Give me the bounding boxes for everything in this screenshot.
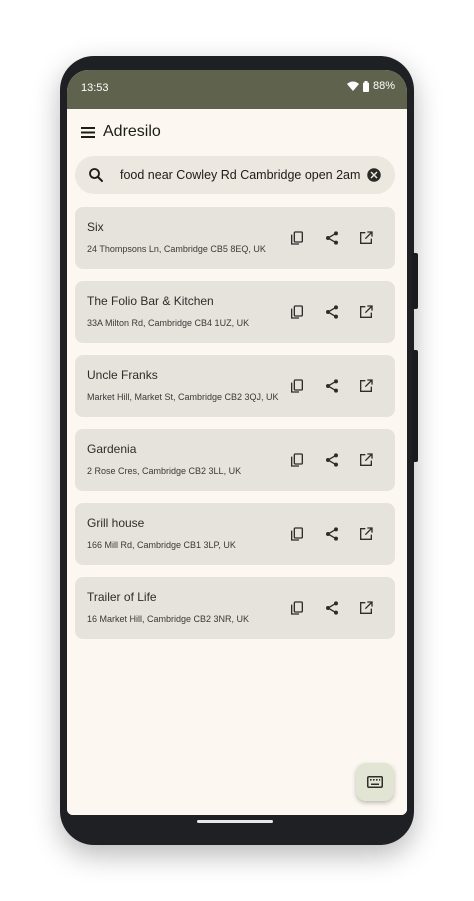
result-name: Gardenia bbox=[87, 442, 137, 456]
status-indicators: 88% bbox=[346, 80, 395, 92]
keyboard-icon bbox=[367, 776, 383, 788]
app-screen: 13:53 88% Adresilo food near Cowley Rd C… bbox=[67, 70, 407, 815]
result-card[interactable]: Trailer of Life 16 Market Hill, Cambridg… bbox=[75, 577, 395, 639]
app-title: Adresilo bbox=[103, 123, 161, 140]
share-button[interactable] bbox=[323, 303, 341, 321]
clear-icon bbox=[365, 166, 383, 184]
result-address: 166 Mill Rd, Cambridge CB1 3LP, UK bbox=[87, 540, 236, 550]
result-name: Uncle Franks bbox=[87, 368, 158, 382]
result-card[interactable]: The Folio Bar & Kitchen 33A Milton Rd, C… bbox=[75, 281, 395, 343]
share-button[interactable] bbox=[323, 229, 341, 247]
open-button[interactable] bbox=[357, 377, 375, 395]
battery-icon bbox=[362, 80, 369, 92]
copy-button[interactable] bbox=[288, 525, 306, 543]
result-name: The Folio Bar & Kitchen bbox=[87, 294, 214, 308]
result-card[interactable]: Gardenia 2 Rose Cres, Cambridge CB2 3LL,… bbox=[75, 429, 395, 491]
result-card[interactable]: Grill house 166 Mill Rd, Cambridge CB1 3… bbox=[75, 503, 395, 565]
open-button[interactable] bbox=[357, 525, 375, 543]
open-in-new-icon bbox=[358, 526, 374, 542]
result-address: Market Hill, Market St, Cambridge CB2 3Q… bbox=[87, 392, 279, 402]
share-button[interactable] bbox=[323, 525, 341, 543]
copy-button[interactable] bbox=[288, 599, 306, 617]
copy-button[interactable] bbox=[288, 229, 306, 247]
result-address: 24 Thompsons Ln, Cambridge CB5 8EQ, UK bbox=[87, 244, 266, 254]
copy-icon bbox=[289, 526, 305, 542]
search-input[interactable]: food near Cowley Rd Cambridge open 2am bbox=[120, 168, 360, 182]
share-icon bbox=[324, 526, 340, 542]
search-icon bbox=[87, 166, 105, 184]
volume-button bbox=[412, 350, 418, 462]
menu-icon bbox=[81, 126, 95, 138]
share-icon bbox=[324, 452, 340, 468]
result-card[interactable]: Uncle Franks Market Hill, Market St, Cam… bbox=[75, 355, 395, 417]
home-indicator[interactable] bbox=[197, 820, 273, 823]
result-address: 2 Rose Cres, Cambridge CB2 3LL, UK bbox=[87, 466, 242, 476]
copy-button[interactable] bbox=[288, 377, 306, 395]
copy-icon bbox=[289, 600, 305, 616]
share-button[interactable] bbox=[323, 451, 341, 469]
keyboard-button[interactable] bbox=[356, 763, 394, 801]
result-address: 33A Milton Rd, Cambridge CB4 1UZ, UK bbox=[87, 318, 250, 328]
navigation-area bbox=[67, 809, 407, 815]
copy-icon bbox=[289, 452, 305, 468]
open-button[interactable] bbox=[357, 451, 375, 469]
open-in-new-icon bbox=[358, 230, 374, 246]
search-bar[interactable]: food near Cowley Rd Cambridge open 2am bbox=[75, 156, 395, 194]
share-icon bbox=[324, 304, 340, 320]
open-in-new-icon bbox=[358, 600, 374, 616]
copy-button[interactable] bbox=[288, 451, 306, 469]
status-time: 13:53 bbox=[81, 82, 109, 94]
result-name: Grill house bbox=[87, 516, 145, 530]
copy-icon bbox=[289, 230, 305, 246]
share-icon bbox=[324, 600, 340, 616]
app-bar: Adresilo bbox=[67, 109, 407, 155]
open-button[interactable] bbox=[357, 303, 375, 321]
result-name: Six bbox=[87, 220, 104, 234]
copy-icon bbox=[289, 304, 305, 320]
battery-level: 88% bbox=[372, 80, 395, 92]
clear-search-button[interactable] bbox=[365, 166, 383, 184]
copy-icon bbox=[289, 378, 305, 394]
open-button[interactable] bbox=[357, 599, 375, 617]
menu-button[interactable] bbox=[77, 121, 99, 143]
share-button[interactable] bbox=[323, 599, 341, 617]
open-in-new-icon bbox=[358, 378, 374, 394]
status-bar: 13:53 88% bbox=[67, 70, 407, 109]
open-in-new-icon bbox=[358, 452, 374, 468]
power-button bbox=[412, 253, 418, 309]
share-button[interactable] bbox=[323, 377, 341, 395]
share-icon bbox=[324, 378, 340, 394]
open-button[interactable] bbox=[357, 229, 375, 247]
wifi-icon bbox=[346, 81, 359, 91]
copy-button[interactable] bbox=[288, 303, 306, 321]
result-card[interactable]: Six 24 Thompsons Ln, Cambridge CB5 8EQ, … bbox=[75, 207, 395, 269]
open-in-new-icon bbox=[358, 304, 374, 320]
share-icon bbox=[324, 230, 340, 246]
result-address: 16 Market Hill, Cambridge CB2 3NR, UK bbox=[87, 614, 250, 624]
result-name: Trailer of Life bbox=[87, 590, 157, 604]
